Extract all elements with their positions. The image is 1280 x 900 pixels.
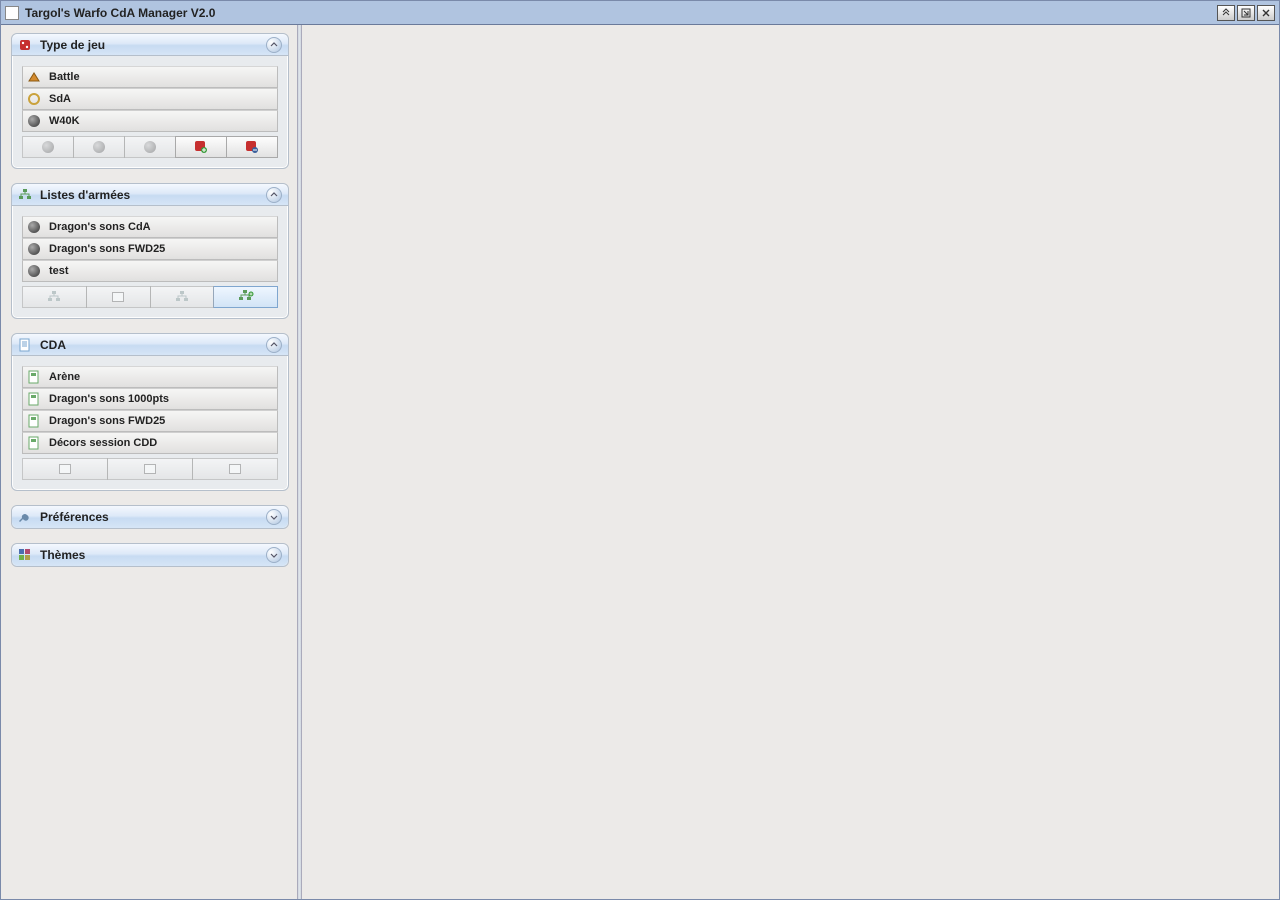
panel-themes-header[interactable]: Thèmes <box>12 544 288 566</box>
panel-gametype-title: Type de jeu <box>40 38 266 52</box>
orb-icon <box>144 141 156 153</box>
armylist-btn-add[interactable] <box>213 286 278 308</box>
gametype-btn-3[interactable] <box>124 136 176 158</box>
orb-icon <box>25 263 43 279</box>
page-green-icon <box>25 435 43 451</box>
window-title: Targol's Warfo CdA Manager V2.0 <box>25 6 1215 20</box>
armylist-btn-3[interactable] <box>150 286 215 308</box>
orb-icon <box>42 141 54 153</box>
armylist-btn-2[interactable] <box>86 286 151 308</box>
dice-icon <box>18 38 32 52</box>
orb-icon <box>25 241 43 257</box>
page-green-icon <box>25 369 43 385</box>
list-item-label: Dragon's sons FWD25 <box>49 415 165 427</box>
app-icon <box>5 6 19 20</box>
armylist-item[interactable]: test <box>22 260 278 282</box>
cda-btn-3[interactable] <box>192 458 278 480</box>
list-item-label: SdA <box>49 93 71 105</box>
chevron-up-icon <box>266 187 282 203</box>
org-icon <box>175 291 189 303</box>
list-item-label: Dragon's sons 1000pts <box>49 393 169 405</box>
panel-themes-title: Thèmes <box>40 548 266 562</box>
armylists-toolbar <box>22 286 278 308</box>
sidebar: Type de jeu Battle <box>1 25 297 899</box>
panel-themes: Thèmes <box>11 543 289 567</box>
page-green-icon <box>25 413 43 429</box>
titlebar[interactable]: Targol's Warfo CdA Manager V2.0 <box>1 1 1279 25</box>
main-content <box>302 25 1279 899</box>
cda-item[interactable]: Décors session CDD <box>22 432 278 454</box>
doc-icon <box>229 464 241 474</box>
gametype-toolbar <box>22 136 278 158</box>
list-item-label: Dragon's sons FWD25 <box>49 243 165 255</box>
cda-btn-1[interactable] <box>22 458 108 480</box>
doc-icon <box>59 464 71 474</box>
cda-item[interactable]: Dragon's sons 1000pts <box>22 388 278 410</box>
armylist-btn-1[interactable] <box>22 286 87 308</box>
gametype-btn-dice-add[interactable] <box>175 136 227 158</box>
list-item-label: test <box>49 265 69 277</box>
orb-icon <box>25 219 43 235</box>
panel-armylists-title: Listes d'armées <box>40 188 266 202</box>
panel-prefs: Préférences <box>11 505 289 529</box>
close-button[interactable] <box>1257 5 1275 21</box>
gametype-btn-dice-remove[interactable] <box>226 136 278 158</box>
maximize-button[interactable] <box>1237 5 1255 21</box>
doc-icon <box>112 292 124 302</box>
panel-armylists: Listes d'armées Dragon's sons CdA Drago <box>11 183 289 319</box>
maximize-icon <box>1241 8 1251 18</box>
minimize-icon <box>1221 8 1231 18</box>
minimize-button[interactable] <box>1217 5 1235 21</box>
armylist-item[interactable]: Dragon's sons CdA <box>22 216 278 238</box>
gametype-item-w40k[interactable]: W40K <box>22 110 278 132</box>
org-icon <box>18 188 32 202</box>
list-item-label: Battle <box>49 71 80 83</box>
dice-remove-icon <box>245 140 259 154</box>
list-item-label: W40K <box>49 115 80 127</box>
gametype-item-battle[interactable]: Battle <box>22 66 278 88</box>
page-icon <box>18 338 32 352</box>
gametype-btn-2[interactable] <box>73 136 125 158</box>
gametype-item-sda[interactable]: SdA <box>22 88 278 110</box>
palette-icon <box>18 548 32 562</box>
armylist-item[interactable]: Dragon's sons FWD25 <box>22 238 278 260</box>
close-icon <box>1261 8 1271 18</box>
panel-cda: CDA Arène <box>11 333 289 491</box>
doc-icon <box>144 464 156 474</box>
sda-icon <box>25 91 43 107</box>
gametype-btn-1[interactable] <box>22 136 74 158</box>
chevron-down-icon <box>266 509 282 525</box>
chevron-up-icon <box>266 37 282 53</box>
w40k-icon <box>25 113 43 129</box>
wrench-icon <box>18 510 32 524</box>
panel-armylists-header[interactable]: Listes d'armées <box>12 184 288 206</box>
cda-item[interactable]: Dragon's sons FWD25 <box>22 410 278 432</box>
cda-btn-2[interactable] <box>107 458 193 480</box>
chevron-down-icon <box>266 547 282 563</box>
panel-cda-header[interactable]: CDA <box>12 334 288 356</box>
orb-icon <box>93 141 105 153</box>
panel-gametype-header[interactable]: Type de jeu <box>12 34 288 56</box>
battle-icon <box>25 69 43 85</box>
panel-cda-title: CDA <box>40 338 266 352</box>
dice-add-icon <box>194 140 208 154</box>
window-body: Type de jeu Battle <box>1 25 1279 899</box>
cda-toolbar <box>22 458 278 480</box>
org-icon <box>47 291 61 303</box>
cda-item[interactable]: Arène <box>22 366 278 388</box>
panel-prefs-title: Préférences <box>40 510 266 524</box>
panel-gametype: Type de jeu Battle <box>11 33 289 169</box>
main-window: Targol's Warfo CdA Manager V2.0 Type de … <box>0 0 1280 900</box>
panel-prefs-header[interactable]: Préférences <box>12 506 288 528</box>
list-item-label: Arène <box>49 371 80 383</box>
org-add-icon <box>238 290 254 304</box>
list-item-label: Dragon's sons CdA <box>49 221 151 233</box>
chevron-up-icon <box>266 337 282 353</box>
page-green-icon <box>25 391 43 407</box>
list-item-label: Décors session CDD <box>49 437 157 449</box>
